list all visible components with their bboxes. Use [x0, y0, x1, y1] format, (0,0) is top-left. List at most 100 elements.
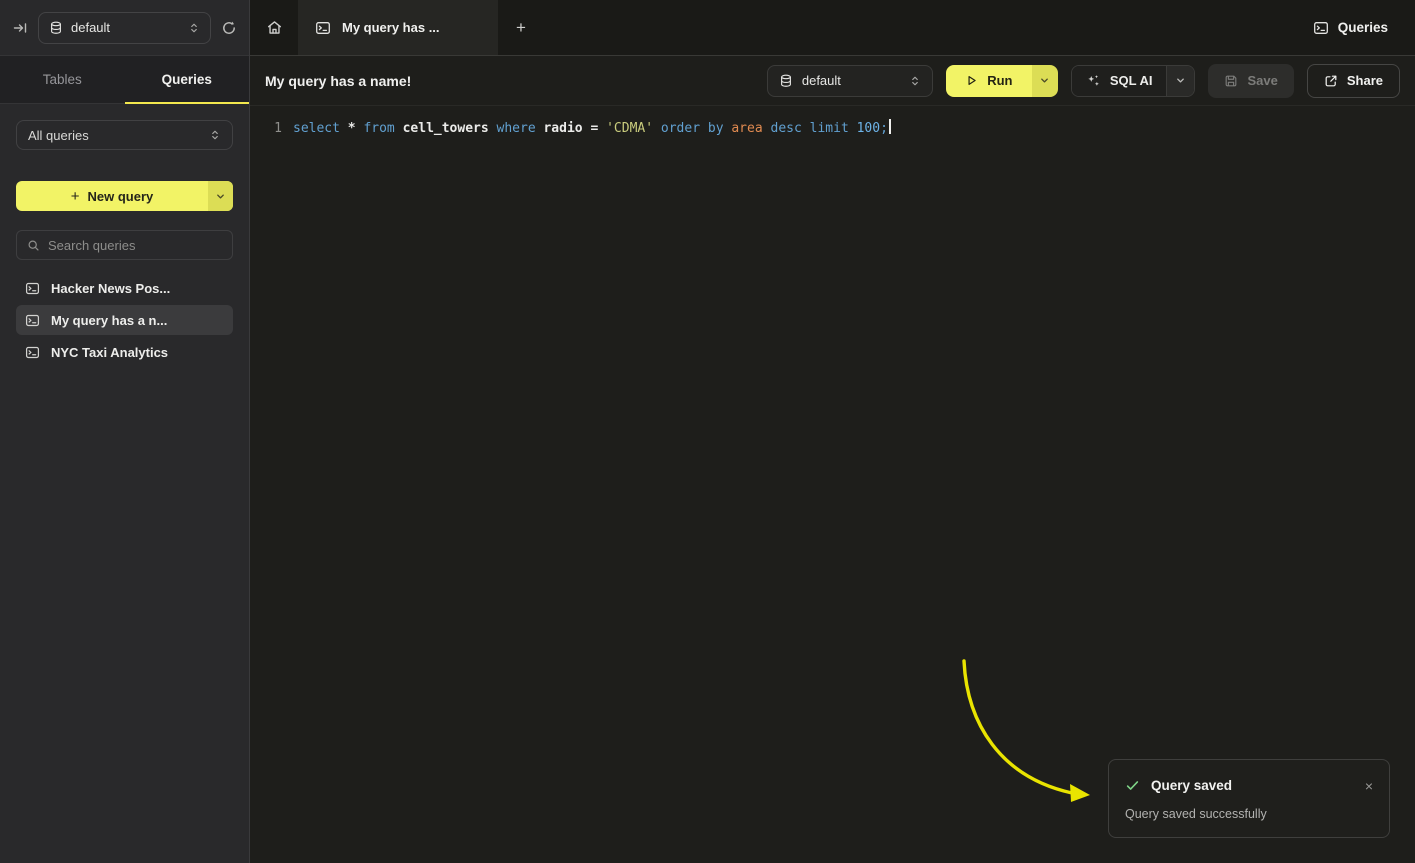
- query-list: Hacker News Pos... My query has a n...: [16, 273, 233, 367]
- sql-token: desc: [771, 121, 810, 136]
- new-query-dropdown[interactable]: [208, 181, 233, 211]
- sql-ai-button[interactable]: SQL AI: [1071, 65, 1196, 97]
- sql-token: radio: [543, 121, 590, 136]
- play-icon: [965, 74, 978, 87]
- tab-queries-label: Queries: [162, 72, 212, 87]
- sidebar-tabs: Tables Queries: [0, 56, 249, 104]
- save-label: Save: [1247, 73, 1277, 88]
- sql-token: area: [731, 121, 770, 136]
- refresh-button[interactable]: [221, 20, 237, 36]
- new-query-main[interactable]: + New query: [16, 181, 208, 211]
- sql-ai-dropdown[interactable]: [1166, 66, 1194, 96]
- toolbar-database-value: default: [802, 73, 841, 88]
- collapse-sidebar-button[interactable]: [12, 20, 28, 36]
- chevron-down-icon: [1039, 75, 1050, 86]
- main-topbar: My query has ... + Queries: [250, 0, 1415, 56]
- new-query-button[interactable]: + New query: [16, 181, 233, 211]
- query-title: My query has a name!: [265, 73, 411, 89]
- query-list-item[interactable]: Hacker News Pos...: [16, 273, 233, 303]
- console-icon: [315, 20, 331, 36]
- query-list-item-active[interactable]: My query has a n...: [16, 305, 233, 335]
- share-icon: [1324, 74, 1338, 88]
- database-select-value: default: [71, 20, 110, 35]
- query-toolbar: My query has a name! default: [250, 56, 1415, 106]
- chevron-down-icon: [215, 191, 226, 202]
- sql-token: order by: [661, 121, 731, 136]
- chevron-updown-icon: [909, 75, 921, 87]
- tab-tables-label: Tables: [43, 72, 82, 87]
- console-icon: [25, 281, 40, 296]
- editor-tab-active[interactable]: My query has ...: [298, 0, 498, 55]
- collapse-sidebar-icon: [12, 20, 28, 36]
- search-icon: [27, 239, 40, 252]
- sql-token: =: [590, 121, 606, 136]
- query-item-label: My query has a n...: [51, 313, 167, 328]
- save-button[interactable]: Save: [1208, 64, 1293, 98]
- database-select[interactable]: default: [38, 12, 211, 44]
- database-icon: [779, 74, 793, 88]
- sql-editor[interactable]: 1 select * from cell_towers where radio …: [250, 106, 1415, 139]
- main-panel: My query has ... + Queries My query has …: [250, 0, 1415, 863]
- save-icon: [1224, 74, 1238, 88]
- sql-token: *: [348, 121, 364, 136]
- sql-token: from: [363, 121, 402, 136]
- editor-tab-label: My query has ...: [342, 20, 440, 35]
- console-icon: [25, 345, 40, 360]
- new-query-label: New query: [88, 189, 154, 204]
- queries-indicator-label: Queries: [1338, 20, 1388, 35]
- run-button-main[interactable]: Run: [946, 65, 1032, 97]
- console-icon: [25, 313, 40, 328]
- line-number: 1: [260, 119, 282, 139]
- toast-notification: Query saved × Query saved successfully: [1108, 759, 1390, 838]
- search-queries-box: [16, 230, 233, 260]
- toast-header: Query saved ×: [1125, 778, 1373, 793]
- text-cursor: [889, 119, 891, 134]
- search-queries-input[interactable]: [48, 238, 224, 253]
- toast-close-button[interactable]: ×: [1365, 779, 1373, 793]
- chevron-updown-icon: [188, 22, 200, 34]
- home-icon: [266, 19, 283, 36]
- share-button[interactable]: Share: [1307, 64, 1400, 98]
- sql-token: cell_towers: [403, 121, 497, 136]
- new-tab-button[interactable]: +: [498, 0, 544, 55]
- sql-token: select: [293, 121, 348, 136]
- left-topbar: default: [0, 0, 249, 56]
- sql-ai-main[interactable]: SQL AI: [1072, 66, 1167, 96]
- sql-token: where: [497, 121, 544, 136]
- chevron-updown-icon: [209, 129, 221, 141]
- sidebar-content: All queries + New query: [0, 104, 249, 383]
- sql-token: 100: [857, 121, 880, 136]
- database-icon: [49, 21, 63, 35]
- chevron-down-icon: [1175, 75, 1186, 86]
- queries-indicator[interactable]: Queries: [1313, 0, 1415, 55]
- home-button[interactable]: [250, 0, 298, 55]
- sql-token: ;: [880, 121, 888, 136]
- query-filter-select[interactable]: All queries: [16, 120, 233, 150]
- sql-token: limit: [810, 121, 857, 136]
- refresh-icon: [221, 20, 237, 36]
- plus-icon: +: [516, 18, 526, 38]
- left-panel: default Tables: [0, 0, 250, 863]
- sql-token: 'CDMA': [606, 121, 661, 136]
- sparkles-icon: [1086, 73, 1101, 88]
- tab-queries[interactable]: Queries: [125, 56, 250, 103]
- sql-ai-label: SQL AI: [1110, 73, 1153, 88]
- query-item-label: Hacker News Pos...: [51, 281, 170, 296]
- console-icon: [1313, 20, 1329, 36]
- plus-icon: +: [71, 188, 80, 205]
- query-filter-value: All queries: [28, 128, 89, 143]
- query-item-label: NYC Taxi Analytics: [51, 345, 168, 360]
- toast-title: Query saved: [1151, 778, 1232, 793]
- sql-console-app: default Tables: [0, 0, 1415, 863]
- run-button[interactable]: Run: [946, 65, 1058, 97]
- share-label: Share: [1347, 73, 1383, 88]
- check-icon: [1125, 778, 1140, 793]
- tab-tables[interactable]: Tables: [0, 56, 125, 103]
- run-label: Run: [987, 73, 1012, 88]
- query-list-item[interactable]: NYC Taxi Analytics: [16, 337, 233, 367]
- run-dropdown[interactable]: [1032, 65, 1058, 97]
- sql-code-line: select * from cell_towers where radio = …: [293, 119, 891, 139]
- topbar-spacer: [544, 0, 1313, 55]
- toolbar-database-select[interactable]: default: [767, 65, 933, 97]
- toast-body: Query saved successfully: [1125, 807, 1373, 821]
